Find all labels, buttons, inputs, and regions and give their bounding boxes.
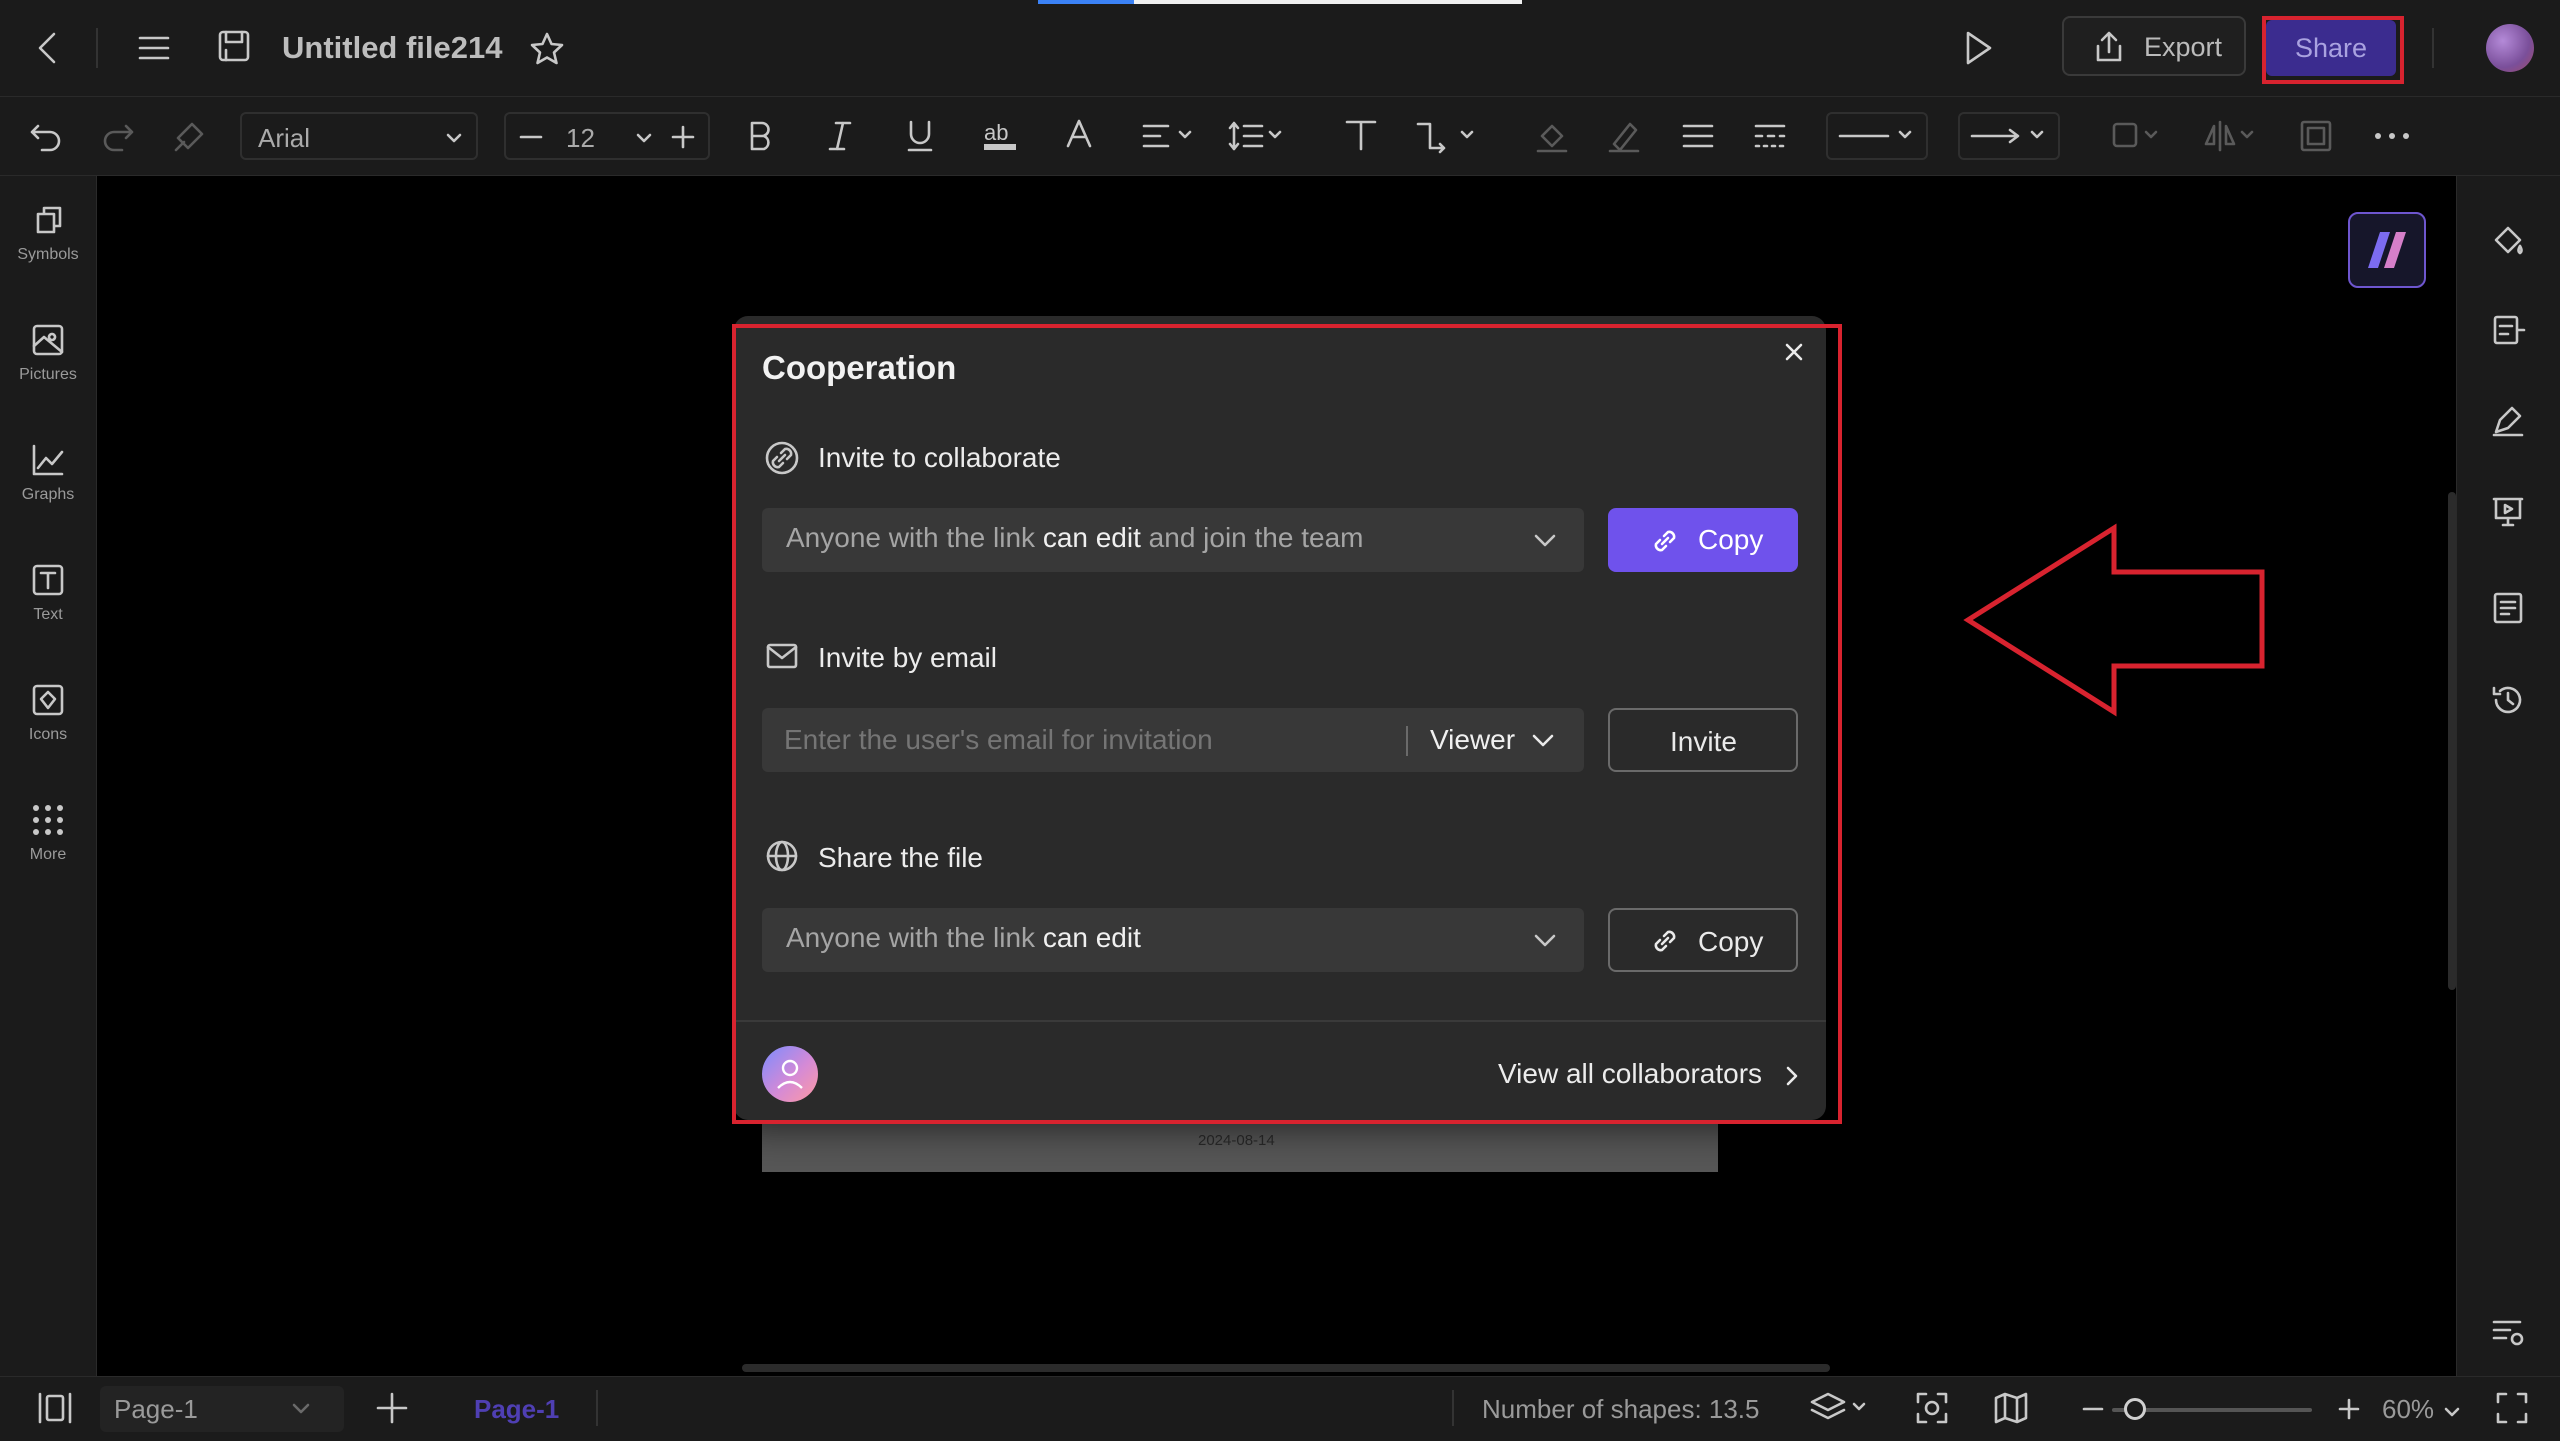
bold-icon[interactable] (742, 118, 778, 154)
page-date-label: 2024-08-14 (1198, 1132, 1275, 1149)
flip-icon[interactable] (2202, 118, 2262, 154)
top-separator (2432, 28, 2434, 68)
increase-size-icon[interactable] (670, 124, 696, 150)
underline-icon[interactable] (902, 118, 938, 154)
dialog-highlight-box (732, 324, 1842, 1124)
line-color-icon[interactable] (1606, 118, 1642, 154)
text-tool-icon[interactable] (1342, 116, 1380, 154)
sidebar-item-text[interactable]: Text (0, 550, 96, 650)
chevron-down-icon (444, 128, 464, 148)
sidebar-item-graphs[interactable]: Graphs (0, 430, 96, 530)
svg-text:ab: ab (984, 120, 1008, 145)
zoom-in-icon[interactable] (2338, 1398, 2360, 1420)
italic-icon[interactable] (822, 118, 858, 154)
page-setup-icon[interactable] (2490, 312, 2526, 348)
notes-icon[interactable] (2490, 590, 2526, 626)
canvas-page-footer: 2024-08-14 (762, 1118, 1718, 1172)
fullscreen-icon[interactable] (2494, 1390, 2530, 1426)
fill-color-icon[interactable] (1534, 118, 1570, 154)
pen-tool-icon[interactable] (2490, 402, 2526, 438)
bottom-separator (596, 1390, 598, 1426)
bottom-separator (1452, 1390, 1454, 1426)
more-options-icon[interactable] (2372, 118, 2412, 154)
sidebar-item-label: More (29, 846, 67, 863)
presentation-icon[interactable] (2490, 494, 2526, 530)
menu-icon[interactable] (136, 30, 172, 66)
annotation-arrow (1960, 520, 2270, 720)
page-select[interactable]: Page-1 (100, 1386, 344, 1432)
dash-style-icon[interactable] (1752, 118, 1788, 154)
play-icon[interactable] (1960, 28, 1996, 68)
pictures-icon (32, 324, 64, 356)
map-icon[interactable] (1992, 1390, 2030, 1426)
page-tab[interactable]: Page-1 (474, 1394, 559, 1425)
sidebar-item-label: Icons (28, 726, 68, 743)
top-separator (96, 28, 98, 68)
save-icon[interactable] (216, 28, 252, 66)
sidebar-item-label: Pictures (19, 366, 77, 383)
focus-icon[interactable] (1914, 1390, 1950, 1426)
page-panel-icon[interactable] (36, 1390, 74, 1426)
sidebar-item-more[interactable]: More (0, 790, 96, 890)
graphs-icon (32, 444, 64, 476)
zoom-level[interactable]: 60% (2382, 1394, 2434, 1425)
align-icon[interactable] (1140, 118, 1200, 154)
group-icon[interactable] (2298, 118, 2334, 154)
zoom-out-icon[interactable] (2082, 1398, 2104, 1420)
symbols-icon (36, 206, 62, 234)
font-size-stepper[interactable]: 12 (504, 112, 710, 160)
font-size-value: 12 (566, 123, 595, 153)
ai-assistant-button[interactable] (2348, 212, 2426, 288)
text-icon (32, 564, 64, 596)
export-icon (2092, 30, 2126, 64)
chevron-down-icon[interactable] (634, 128, 654, 148)
sidebar-item-symbols[interactable]: Symbols (0, 190, 96, 290)
chevron-down-icon (290, 1398, 312, 1420)
more-grid-icon (33, 805, 63, 835)
sidebar-item-pictures[interactable]: Pictures (0, 310, 96, 410)
strikethrough-icon[interactable]: ab (980, 116, 1020, 156)
settings-list-icon[interactable] (2490, 1314, 2526, 1350)
share-highlight-box (2262, 16, 2404, 84)
zoom-slider-thumb[interactable] (2124, 1398, 2146, 1420)
export-button[interactable]: Export (2062, 16, 2246, 76)
horizontal-scrollbar[interactable] (742, 1364, 1830, 1372)
ai-logo-icon (2368, 232, 2406, 268)
line-spacing-icon[interactable] (1226, 118, 1290, 154)
right-sidebar (2456, 176, 2560, 1376)
document-title[interactable]: Untitled file214 (282, 26, 503, 70)
arrow-style-select[interactable] (1958, 112, 2060, 160)
page-select-value: Page-1 (114, 1394, 198, 1424)
export-label: Export (2144, 32, 2223, 62)
decrease-size-icon[interactable] (518, 124, 544, 150)
font-family-value: Arial (258, 123, 311, 153)
loading-progress-fill (1038, 0, 1134, 4)
sidebar-item-label: Symbols (17, 246, 79, 263)
undo-icon[interactable] (28, 118, 64, 154)
connector-icon[interactable] (1414, 118, 1478, 154)
layers-icon[interactable] (1810, 1390, 1874, 1426)
add-page-icon[interactable] (374, 1390, 410, 1426)
sidebar-item-label: Graphs (21, 486, 75, 503)
redo-icon[interactable] (100, 118, 136, 154)
shape-count-status: Number of shapes: 13.5 (1482, 1394, 1760, 1424)
star-icon[interactable] (528, 30, 566, 68)
font-color-icon[interactable] (1060, 116, 1098, 154)
format-painter-icon[interactable] (172, 118, 208, 154)
line-style-select[interactable] (1826, 112, 1928, 160)
line-weight-icon[interactable] (1680, 118, 1716, 154)
sidebar-item-label: Text (33, 606, 63, 623)
font-family-select[interactable]: Arial (240, 112, 478, 160)
vertical-scrollbar[interactable] (2448, 492, 2456, 990)
sidebar-item-icons[interactable]: Icons (0, 670, 96, 770)
history-icon[interactable] (2490, 682, 2526, 718)
chevron-down-icon[interactable] (2442, 1402, 2462, 1422)
style-fill-icon[interactable] (2490, 222, 2526, 258)
icons-icon (32, 684, 64, 716)
back-icon[interactable] (30, 28, 66, 68)
shadow-icon[interactable] (2110, 118, 2170, 154)
user-avatar[interactable] (2486, 24, 2534, 72)
